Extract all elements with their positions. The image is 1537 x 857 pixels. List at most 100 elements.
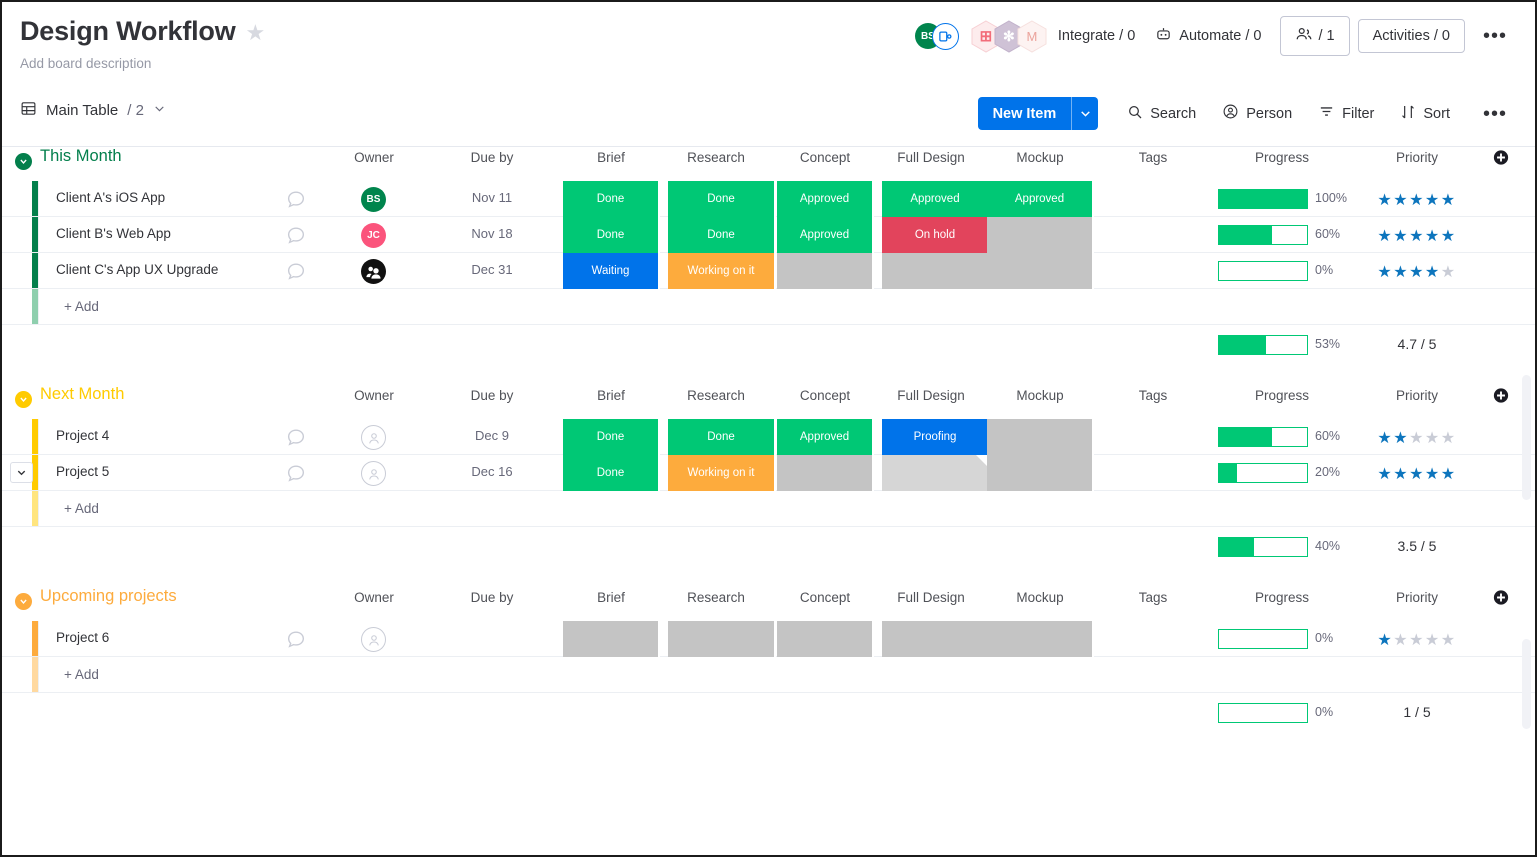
row-title[interactable]: Project 5 [56, 464, 109, 479]
tags-cell[interactable] [1094, 217, 1212, 253]
status-cell[interactable]: On hold [882, 217, 990, 253]
column-header-research[interactable]: Research [687, 150, 745, 165]
status-cell[interactable] [987, 455, 1094, 491]
table-row[interactable]: Project 5 Dec 16 Done Working on it 20% ★★★★★ [2, 455, 1535, 491]
column-header-full-design[interactable]: Full Design [897, 150, 965, 165]
star-4[interactable]: ★ [1425, 228, 1441, 245]
status-cell[interactable]: Working on it [668, 253, 776, 289]
star-5[interactable]: ★ [1441, 466, 1457, 483]
tags-cell[interactable] [1094, 621, 1212, 657]
status-cell[interactable]: Approved [987, 181, 1094, 217]
star-1[interactable]: ★ [1377, 228, 1393, 245]
column-header-concept[interactable]: Concept [800, 388, 850, 403]
owner-avatar[interactable]: BS [361, 187, 386, 212]
status-cell[interactable] [668, 621, 776, 657]
column-header-full-design[interactable]: Full Design [897, 590, 965, 605]
add-item-row[interactable]: + Add [2, 289, 1535, 325]
integrate-button[interactable]: Integrate / 0 [1048, 22, 1145, 50]
row-title[interactable]: Project 4 [56, 428, 109, 443]
sort-button[interactable]: Sort [1389, 98, 1461, 130]
collapse-group-icon[interactable] [15, 153, 32, 170]
row-title[interactable]: Project 6 [56, 630, 109, 645]
column-header-brief[interactable]: Brief [597, 150, 625, 165]
board-description[interactable]: Add board description [20, 56, 1517, 71]
add-item-label[interactable]: + Add [64, 501, 99, 516]
star-1[interactable]: ★ [1377, 264, 1393, 281]
star-3[interactable]: ★ [1409, 228, 1425, 245]
star-1[interactable]: ★ [1377, 192, 1393, 209]
members-button[interactable]: / 1 [1279, 16, 1350, 56]
column-header-priority[interactable]: Priority [1396, 388, 1438, 403]
group-title[interactable]: Upcoming projects [40, 587, 177, 606]
tags-cell[interactable] [1094, 253, 1212, 289]
due-date[interactable]: Nov 11 [472, 190, 512, 205]
toolbar-more-menu-icon[interactable]: ••• [1471, 104, 1519, 124]
status-cell[interactable] [882, 253, 990, 289]
star-4[interactable]: ★ [1425, 632, 1441, 649]
status-cell[interactable] [882, 455, 990, 491]
status-cell[interactable]: Done [668, 217, 776, 253]
status-cell[interactable]: Approved [777, 419, 874, 455]
star-2[interactable]: ★ [1393, 430, 1409, 447]
add-item-row[interactable]: + Add [2, 491, 1535, 527]
status-cell[interactable]: Done [668, 419, 776, 455]
comment-icon[interactable] [285, 188, 309, 210]
column-header-owner[interactable]: Owner [354, 388, 394, 403]
column-header-concept[interactable]: Concept [800, 150, 850, 165]
column-header-tags[interactable]: Tags [1139, 150, 1168, 165]
priority-rating[interactable]: ★★★★★ [1377, 190, 1456, 210]
priority-rating[interactable]: ★★★★★ [1377, 226, 1456, 246]
priority-rating[interactable]: ★★★★★ [1377, 428, 1456, 448]
status-cell[interactable]: Approved [777, 217, 874, 253]
column-header-owner[interactable]: Owner [354, 150, 394, 165]
column-header-tags[interactable]: Tags [1139, 388, 1168, 403]
status-cell[interactable] [987, 253, 1094, 289]
table-row[interactable]: Project 4 Dec 9 Done Done Approved Proofing 60… [2, 419, 1535, 455]
column-header-mockup[interactable]: Mockup [1016, 590, 1063, 605]
invite-member-icon[interactable] [931, 22, 959, 50]
status-cell[interactable] [987, 419, 1094, 455]
column-header-mockup[interactable]: Mockup [1016, 388, 1063, 403]
column-header-concept[interactable]: Concept [800, 590, 850, 605]
status-cell[interactable] [777, 253, 874, 289]
star-2[interactable]: ★ [1393, 264, 1409, 281]
row-title[interactable]: Client C's App UX Upgrade [56, 262, 218, 277]
owner-avatar-empty[interactable] [361, 627, 386, 652]
status-cell[interactable]: Working on it [668, 455, 776, 491]
priority-rating[interactable]: ★★★★★ [1377, 464, 1456, 484]
status-cell[interactable] [882, 621, 990, 657]
column-header-brief[interactable]: Brief [597, 590, 625, 605]
owner-avatar[interactable] [361, 259, 386, 284]
table-row[interactable]: Client A's iOS App BS Nov 11 Done Done Approv… [2, 181, 1535, 217]
column-header-priority[interactable]: Priority [1396, 590, 1438, 605]
priority-rating[interactable]: ★★★★★ [1377, 630, 1456, 650]
star-icon[interactable]: ★ [246, 22, 266, 44]
tags-cell[interactable] [1094, 181, 1212, 217]
star-5[interactable]: ★ [1441, 228, 1457, 245]
search-button[interactable]: Search [1116, 98, 1207, 130]
star-2[interactable]: ★ [1393, 632, 1409, 649]
status-cell[interactable]: Done [563, 181, 660, 217]
due-date[interactable]: Dec 31 [471, 262, 512, 277]
column-header-due-by[interactable]: Due by [471, 590, 514, 605]
comment-icon[interactable] [285, 628, 309, 650]
status-cell[interactable]: Approved [882, 181, 990, 217]
priority-rating[interactable]: ★★★★★ [1377, 262, 1456, 282]
status-cell[interactable]: Done [563, 217, 660, 253]
column-header-due-by[interactable]: Due by [471, 150, 514, 165]
star-2[interactable]: ★ [1393, 228, 1409, 245]
owner-avatar[interactable]: JC [361, 223, 386, 248]
column-header-research[interactable]: Research [687, 590, 745, 605]
tags-cell[interactable] [1094, 455, 1212, 491]
star-3[interactable]: ★ [1409, 192, 1425, 209]
table-row[interactable]: Client B's Web App JC Nov 18 Done Done Approv… [2, 217, 1535, 253]
status-cell[interactable]: Done [668, 181, 776, 217]
comment-icon[interactable] [285, 462, 309, 484]
star-1[interactable]: ★ [1377, 632, 1393, 649]
integration-icons[interactable]: ⊞ ✻ M [971, 19, 1047, 53]
group-title[interactable]: Next Month [40, 385, 124, 404]
star-4[interactable]: ★ [1425, 466, 1441, 483]
owner-avatar-empty[interactable] [361, 461, 386, 486]
column-header-mockup[interactable]: Mockup [1016, 150, 1063, 165]
row-title[interactable]: Client B's Web App [56, 226, 171, 241]
